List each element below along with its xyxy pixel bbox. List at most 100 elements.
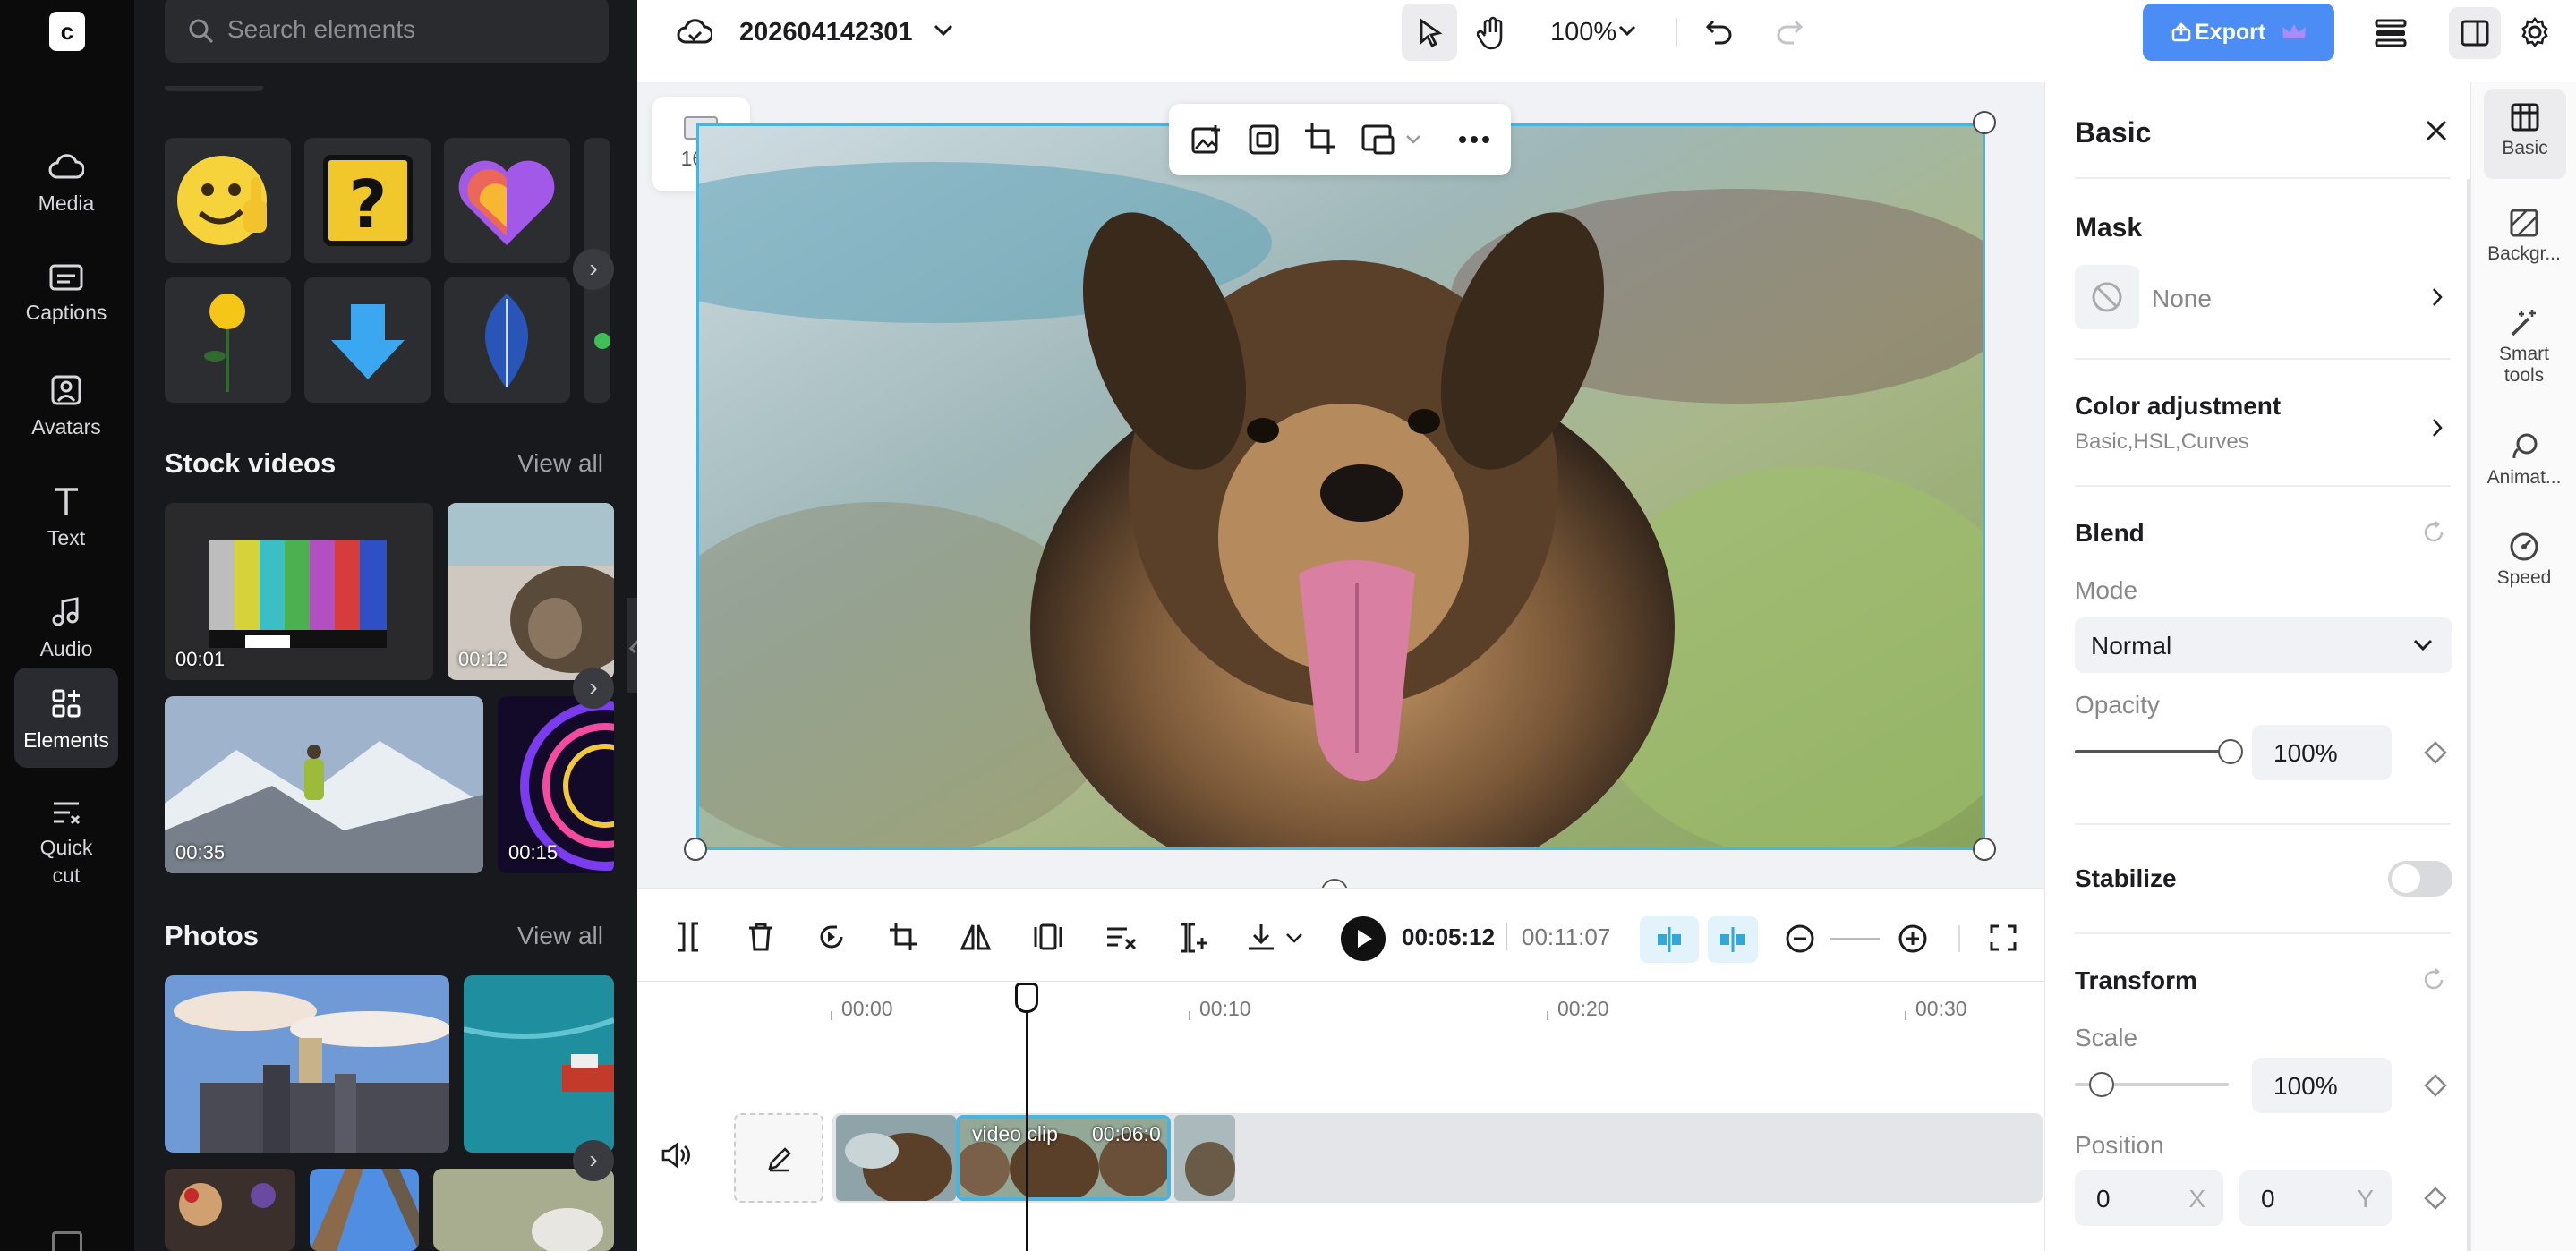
adjust-icon[interactable] [1105, 922, 1139, 952]
opacity-slider[interactable] [2075, 750, 2229, 753]
chevron-right-icon[interactable] [2431, 286, 2444, 308]
reset-icon[interactable] [2422, 521, 2445, 544]
app-logo[interactable]: c [49, 12, 85, 51]
chevron-down-icon[interactable] [1285, 932, 1303, 943]
rail-item-avatars[interactable]: Avatars [14, 354, 118, 455]
rail-item-captions[interactable]: Captions [14, 243, 118, 344]
crop-icon[interactable] [888, 922, 918, 952]
opacity-input[interactable]: 100% [2252, 725, 2392, 780]
sticker-question-block[interactable]: ? [304, 138, 431, 263]
reset-icon[interactable] [2422, 968, 2445, 991]
timeline-zoom-slider[interactable] [1830, 938, 1880, 940]
settings-gear-icon[interactable] [2519, 16, 2551, 48]
flip-icon[interactable] [960, 922, 992, 952]
project-name[interactable]: 202604142301 [739, 18, 913, 47]
fit-frame-icon[interactable] [1248, 123, 1280, 156]
play-button[interactable] [1341, 916, 1386, 961]
rail-item-quick-cut[interactable]: Quick cut [14, 779, 118, 904]
photo-thumb[interactable] [433, 1169, 614, 1251]
mask-preview[interactable] [2075, 265, 2139, 329]
chevron-down-icon[interactable] [933, 23, 954, 38]
reverse-play-icon[interactable] [816, 922, 847, 952]
tab-smart-tools[interactable]: Smart tools [2471, 308, 2576, 387]
more-icon[interactable] [1459, 136, 1489, 143]
select-tool-button[interactable] [1402, 4, 1457, 61]
panel-toggle-button[interactable] [2449, 7, 2501, 59]
volume-icon[interactable] [661, 1142, 691, 1169]
close-icon[interactable] [2424, 118, 2449, 143]
stickers-next-arrow[interactable]: › [573, 249, 614, 290]
stock-video-thumb[interactable]: 00:35 [165, 696, 483, 873]
search-input[interactable] [227, 13, 585, 47]
rail-item-media[interactable]: Media [14, 132, 118, 233]
keyframe-diamond-icon[interactable] [2424, 1187, 2447, 1210]
tab-animation[interactable]: Animat... [2471, 431, 2576, 489]
stock-videos-next-arrow[interactable]: › [573, 668, 614, 709]
sticker-rose[interactable] [165, 277, 291, 403]
crop-icon[interactable] [1303, 122, 1337, 156]
stock-videos-view-all[interactable]: View all [517, 449, 603, 478]
hand-icon[interactable] [1477, 16, 1507, 50]
keyframe-diamond-icon[interactable] [2424, 741, 2447, 764]
chevron-down-icon[interactable] [1405, 134, 1421, 145]
zoom-level[interactable]: 100% [1550, 18, 1616, 47]
export-button[interactable]: Export [2143, 4, 2334, 61]
replace-image-icon[interactable] [1190, 123, 1223, 156]
stock-video-thumb[interactable]: 00:01 [165, 503, 433, 680]
stock-video-thumb[interactable]: 00:12 [448, 503, 614, 680]
opacity-slider-knob[interactable] [2218, 739, 2243, 764]
blend-mode-select[interactable]: Normal [2075, 617, 2452, 673]
freeze-frame-icon[interactable] [1033, 922, 1063, 952]
sticker-smiley[interactable] [165, 138, 291, 263]
playhead-handle[interactable] [1015, 983, 1038, 1013]
timeline-clip[interactable] [836, 1115, 956, 1201]
keyboard-icon[interactable] [52, 1231, 82, 1251]
chevron-down-icon[interactable] [1618, 25, 1636, 38]
zoom-out-icon[interactable] [1785, 923, 1815, 954]
layers-icon[interactable] [2374, 18, 2408, 48]
photos-next-arrow[interactable]: › [573, 1140, 614, 1181]
stabilize-toggle[interactable] [2388, 861, 2452, 897]
scale-input[interactable]: 100% [2252, 1058, 2392, 1113]
video-preview[interactable] [696, 123, 1985, 850]
cloud-save-icon[interactable] [677, 18, 712, 47]
sticker-down-arrow[interactable] [304, 277, 431, 403]
photo-thumb[interactable] [165, 1169, 295, 1251]
stock-video-thumb[interactable]: 00:15 [498, 696, 614, 873]
tab-background[interactable]: Backgr... [2471, 208, 2576, 265]
download-icon[interactable] [1246, 922, 1276, 952]
photos-view-all[interactable]: View all [517, 922, 603, 950]
tab-speed[interactable]: Speed [2471, 532, 2576, 589]
rail-item-elements[interactable]: Elements [14, 668, 118, 768]
snap-toggle-button[interactable] [1640, 916, 1699, 963]
timeline-clip[interactable] [1174, 1115, 1235, 1201]
sticker-blue-leaf[interactable] [444, 277, 570, 403]
rail-item-text[interactable]: Text [14, 465, 118, 566]
delete-icon[interactable] [746, 922, 775, 952]
selected-video-clip[interactable]: video clip 00:06:0 [956, 1115, 1171, 1201]
transform-icon[interactable] [1361, 123, 1395, 156]
photo-thumb[interactable] [464, 975, 614, 1153]
keyframe-diamond-icon[interactable] [2424, 1074, 2447, 1097]
split-icon[interactable] [675, 922, 702, 952]
resize-handle-bottom-right[interactable] [1973, 838, 1996, 861]
resize-handle-top-right[interactable] [1973, 111, 1996, 134]
position-x-input[interactable]: 0 X [2075, 1170, 2223, 1226]
position-y-input[interactable]: 0 Y [2239, 1170, 2392, 1226]
sticker-partial[interactable] [584, 277, 610, 403]
search-box[interactable] [165, 0, 609, 63]
sticker-partial[interactable] [584, 138, 610, 263]
resize-handle-bottom-left[interactable] [684, 838, 707, 861]
undo-icon[interactable] [1704, 16, 1735, 47]
link-toggle-button[interactable] [1708, 916, 1758, 963]
redo-icon[interactable] [1774, 16, 1804, 47]
trim-add-icon[interactable] [1178, 922, 1208, 954]
fullscreen-icon[interactable] [1989, 923, 2017, 952]
color-adjustment-title[interactable]: Color adjustment [2075, 392, 2281, 421]
photo-thumb[interactable] [310, 1169, 419, 1251]
scale-slider-knob[interactable] [2089, 1072, 2114, 1097]
mask-value[interactable]: None [2152, 285, 2212, 313]
tab-basic[interactable]: Basic [2484, 89, 2566, 179]
sticker-rainbow-heart[interactable] [444, 138, 570, 263]
chevron-right-icon[interactable] [2431, 417, 2444, 438]
